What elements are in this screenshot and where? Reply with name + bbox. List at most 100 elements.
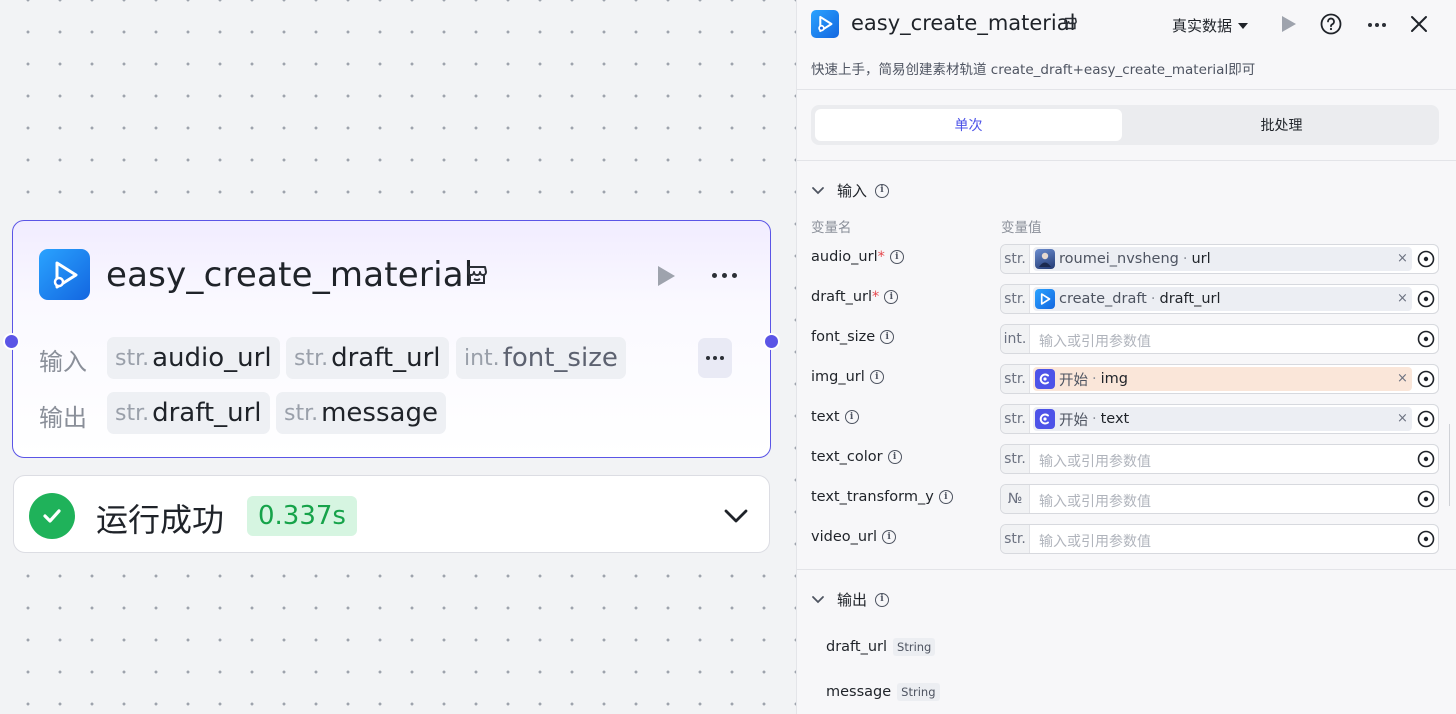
field-placeholder: 输入或引用参数值 xyxy=(1039,534,1151,550)
info-icon: i xyxy=(875,592,890,607)
type-badge: str. xyxy=(1001,445,1030,473)
reference-target-icon[interactable] xyxy=(1417,530,1435,548)
caret-down-icon xyxy=(1238,22,1249,29)
reference-target-icon[interactable] xyxy=(1417,450,1435,468)
param-field-text-color[interactable]: str. 输入或引用参数值 xyxy=(1000,444,1439,474)
type-badge: str. xyxy=(1001,285,1030,313)
workflow-canvas[interactable]: easy_create_material 输入 str. audio_url st… xyxy=(0,0,796,714)
output-param-pill: str. draft_url xyxy=(107,392,270,434)
input-param-pill: str. draft_url xyxy=(286,337,449,379)
close-icon[interactable] xyxy=(1409,14,1429,34)
node-title: easy_create_material xyxy=(106,255,474,295)
avatar-icon xyxy=(1035,249,1055,269)
input-param-pill: int. font_size xyxy=(456,337,626,379)
more-menu-icon[interactable] xyxy=(706,261,742,289)
info-icon: i xyxy=(869,370,884,384)
divider xyxy=(797,569,1456,570)
more-menu-icon[interactable] xyxy=(1363,15,1391,35)
reference-target-icon[interactable] xyxy=(1417,490,1435,508)
run-icon[interactable] xyxy=(1278,14,1298,34)
run-status-text: 运行成功 xyxy=(96,501,225,539)
clear-icon[interactable]: × xyxy=(1397,291,1408,306)
field-placeholder: 输入或引用参数值 xyxy=(1039,454,1151,470)
data-mode-select[interactable]: 真实数据 xyxy=(1172,15,1249,36)
variable-reference-tag[interactable]: roumei_nvsheng · url xyxy=(1033,247,1412,271)
plugin-description: 快速上手，简易创建素材轨道 create_draft+easy_create_m… xyxy=(811,62,1256,78)
type-badge: № xyxy=(1001,485,1030,513)
run-duration-badge: 0.337s xyxy=(247,496,357,536)
test-run-panel: easy_create_material 真实数据 快速上手，简易创建素材轨道 … xyxy=(796,0,1456,714)
field-placeholder: 输入或引用参数值 xyxy=(1039,334,1151,350)
plugin-logo-icon xyxy=(1035,289,1055,309)
param-label-video-url: video_url i xyxy=(811,529,897,545)
output-section-header[interactable]: 输出 i xyxy=(811,589,890,610)
divider xyxy=(797,160,1456,161)
plugin-logo-icon xyxy=(811,10,839,38)
success-check-icon xyxy=(29,493,75,539)
param-field-img-url[interactable]: str. 开始 · img × xyxy=(1000,364,1439,394)
info-icon: i xyxy=(875,183,890,198)
run-icon[interactable] xyxy=(653,264,677,288)
info-icon: i xyxy=(880,330,895,344)
output-param-pill: str. message xyxy=(276,392,446,434)
output-section-title: 输出 xyxy=(837,591,868,609)
param-label-text: text i xyxy=(811,409,859,425)
reference-target-icon[interactable] xyxy=(1417,370,1435,388)
info-icon: i xyxy=(844,410,859,424)
scrollbar[interactable] xyxy=(1449,424,1455,506)
tab-single[interactable]: 单次 xyxy=(815,109,1122,141)
variable-reference-tag[interactable]: 开始 · text xyxy=(1033,407,1412,431)
param-field-audio-url[interactable]: str. roumei_nvsheng · url × xyxy=(1000,244,1439,274)
divider xyxy=(797,89,1456,90)
param-label-draft-url: draft_url* i xyxy=(811,289,899,305)
run-mode-tabs: 单次 批处理 xyxy=(811,105,1439,145)
store-icon xyxy=(467,266,487,284)
param-field-text[interactable]: str. 开始 · text × xyxy=(1000,404,1439,434)
variable-reference-tag[interactable]: create_draft · draft_url xyxy=(1033,287,1412,311)
info-icon: i xyxy=(887,450,902,464)
param-field-font-size[interactable]: int. 输入或引用参数值 xyxy=(1000,324,1439,354)
help-icon[interactable] xyxy=(1320,13,1342,35)
start-node-icon xyxy=(1035,369,1055,389)
reference-target-icon[interactable] xyxy=(1417,330,1435,348)
more-inputs-button[interactable] xyxy=(698,338,732,378)
variable-reference-tag[interactable]: 开始 · img xyxy=(1033,367,1412,391)
input-row-label: 输入 xyxy=(39,348,87,376)
param-field-video-url[interactable]: str. 输入或引用参数值 xyxy=(1000,524,1439,554)
reference-target-icon[interactable] xyxy=(1417,250,1435,268)
column-header-name: 变量名 xyxy=(811,220,852,236)
info-icon: i xyxy=(889,250,904,264)
info-icon: i xyxy=(882,530,897,544)
plugin-node-card[interactable]: easy_create_material 输入 str. audio_url st… xyxy=(12,220,771,458)
param-label-text-transform-y: text_transform_y i xyxy=(811,489,953,505)
param-label-font-size: font_size i xyxy=(811,329,895,345)
input-section-title: 输入 xyxy=(837,182,868,200)
clear-icon[interactable]: × xyxy=(1397,411,1408,426)
start-node-icon xyxy=(1035,409,1055,429)
type-badge: str. xyxy=(1001,525,1030,553)
type-badge: int. xyxy=(1001,325,1030,353)
store-icon xyxy=(1064,17,1077,30)
clear-icon[interactable]: × xyxy=(1397,371,1408,386)
output-param-item: message String xyxy=(826,683,940,701)
input-port[interactable] xyxy=(3,333,20,350)
output-port[interactable] xyxy=(763,333,780,350)
data-mode-label: 真实数据 xyxy=(1172,17,1233,35)
param-field-text-transform-y[interactable]: № 输入或引用参数值 xyxy=(1000,484,1439,514)
reference-target-icon[interactable] xyxy=(1417,290,1435,308)
info-icon: i xyxy=(884,290,899,304)
chevron-down-icon[interactable] xyxy=(722,504,750,528)
run-result-bar[interactable]: 运行成功 0.337s xyxy=(13,475,770,553)
param-field-draft-url[interactable]: str. create_draft · draft_url × xyxy=(1000,284,1439,314)
type-badge: str. xyxy=(1001,405,1030,433)
reference-target-icon[interactable] xyxy=(1417,410,1435,428)
tab-batch[interactable]: 批处理 xyxy=(1128,109,1435,141)
panel-title: easy_create_material xyxy=(851,11,1076,35)
chevron-down-icon xyxy=(812,186,824,194)
type-badge: str. xyxy=(1001,365,1030,393)
plugin-logo-icon xyxy=(39,249,90,300)
param-label-img-url: img_url i xyxy=(811,369,884,385)
input-section-header[interactable]: 输入 i xyxy=(811,180,890,201)
type-badge: String xyxy=(897,683,940,701)
clear-icon[interactable]: × xyxy=(1397,251,1408,266)
